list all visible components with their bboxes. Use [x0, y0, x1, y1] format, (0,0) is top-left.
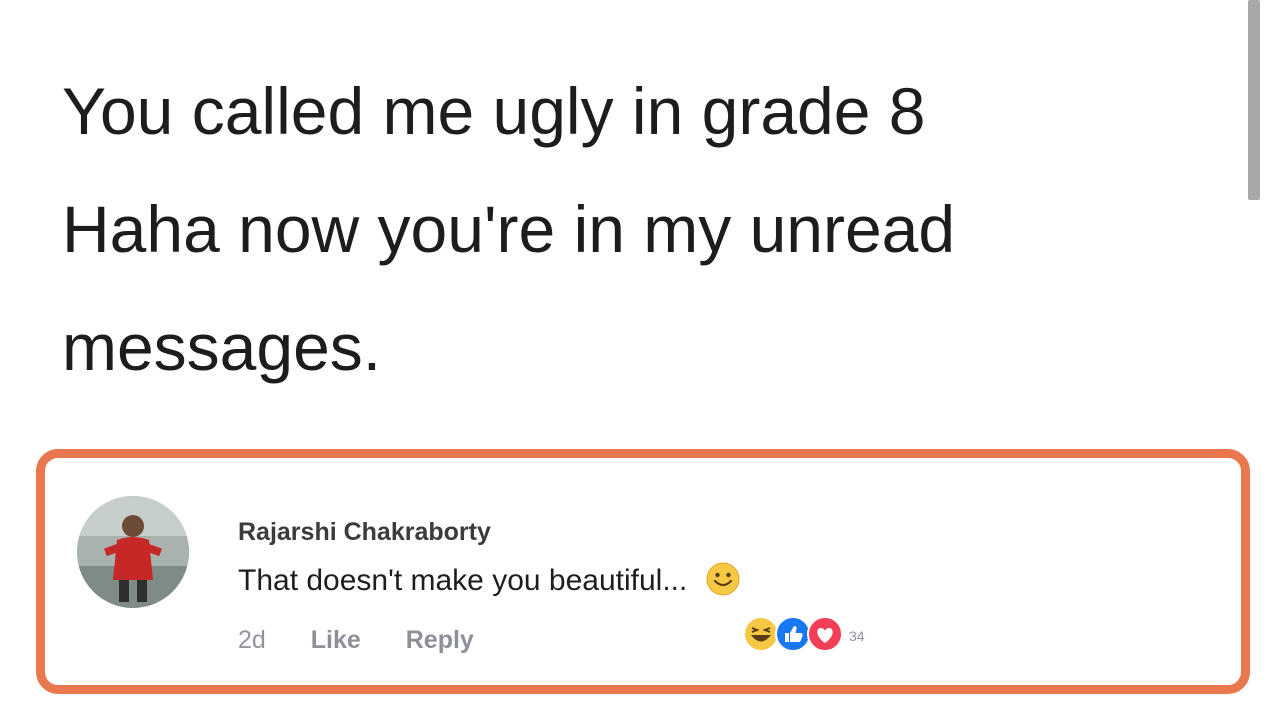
highlighted-comment: Rajarshi Chakraborty That doesn't make y…	[36, 449, 1250, 694]
comment-text-body: That doesn't make you beautiful...	[238, 564, 688, 597]
post-text-line: Haha now you're in my unread	[62, 192, 956, 266]
reply-link[interactable]: Reply	[406, 626, 474, 654]
reaction-count: 34	[849, 628, 865, 644]
post-text: You called me ugly in grade 8 Haha now y…	[62, 52, 1232, 406]
reaction-summary[interactable]: 34	[743, 615, 865, 657]
comment-actions: 2d Like Reply	[238, 626, 512, 655]
post-text-line: messages.	[62, 310, 382, 384]
love-reaction-icon	[807, 615, 843, 657]
comment-author[interactable]: Rajarshi Chakraborty	[238, 518, 491, 547]
avatar[interactable]	[77, 496, 189, 608]
like-link[interactable]: Like	[311, 626, 361, 654]
laugh-reaction-icon	[743, 615, 779, 657]
post-text-line: You called me ugly in grade 8	[62, 74, 926, 148]
like-reaction-icon	[775, 615, 811, 657]
comment-text: That doesn't make you beautiful...	[238, 562, 740, 604]
scrollbar[interactable]	[1248, 0, 1260, 200]
avatar-photo	[77, 496, 189, 608]
comment-time[interactable]: 2d	[238, 626, 266, 654]
smiley-emoji-icon	[706, 562, 740, 604]
